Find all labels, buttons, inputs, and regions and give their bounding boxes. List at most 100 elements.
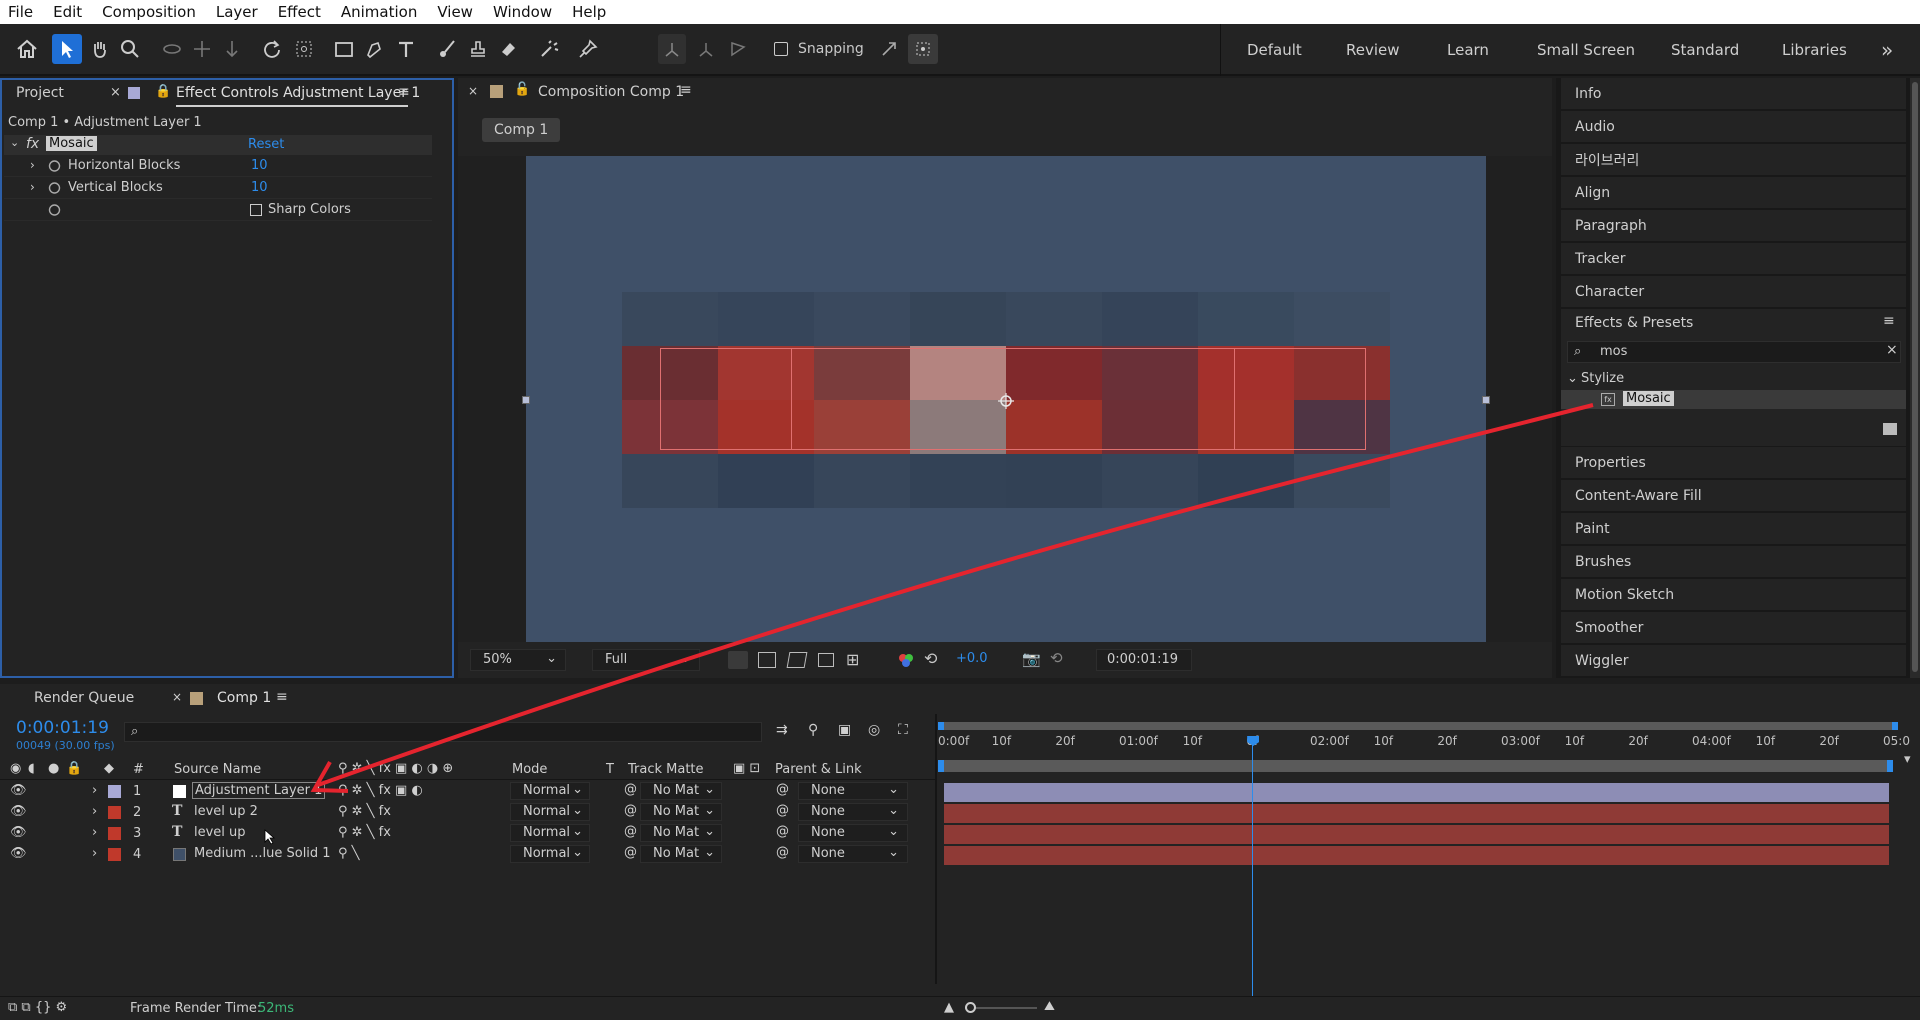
chevron-right-icon[interactable]: › — [30, 158, 35, 172]
pen-tool-icon[interactable] — [360, 34, 388, 64]
fx-icon[interactable]: fx — [26, 136, 39, 152]
time-ruler[interactable]: 0:00f10f20f01:00f10f0f02:00f10f20f03:00f… — [938, 730, 1910, 754]
hand-tool-icon[interactable] — [86, 34, 114, 64]
zoom-dropdown[interactable]: 50% ⌄ — [470, 649, 566, 671]
panel-menu-icon[interactable]: ≡ — [1883, 313, 1895, 329]
layer-handle-left[interactable] — [522, 396, 530, 404]
axis-local-icon[interactable] — [658, 34, 686, 64]
roto-brush-tool-icon[interactable] — [536, 34, 564, 64]
playhead[interactable] — [1247, 736, 1260, 996]
layer-row-3[interactable]: 👁 › 3 T level up ⚲ ✲ ╲ fx Normal ⌄ @ No M… — [0, 823, 935, 845]
workspace-learn[interactable]: Learn — [1447, 24, 1489, 76]
timeline-end-marker-icon[interactable]: ▾ — [1904, 752, 1911, 767]
panel-brushes[interactable]: Brushes — [1561, 546, 1906, 578]
reset-exposure-icon[interactable]: ⟲ — [924, 649, 937, 668]
stopwatch-icon[interactable] — [48, 203, 61, 220]
menu-help[interactable]: Help — [572, 3, 606, 21]
selection-tool-icon[interactable] — [52, 34, 82, 64]
layer-handle-right[interactable] — [1482, 396, 1490, 404]
panel-character[interactable]: Character — [1561, 276, 1906, 308]
comp-mini-flowchart-icon[interactable]: ⇉ — [776, 722, 788, 738]
layer-bar-4[interactable] — [944, 846, 1889, 865]
panel-tracker[interactable]: Tracker — [1561, 243, 1906, 275]
brush-tool-icon[interactable] — [434, 34, 462, 64]
tab-composition[interactable]: Composition Comp 1 — [538, 84, 684, 100]
anchor-point-tool-icon[interactable] — [290, 34, 318, 64]
effect-row-mosaic[interactable]: ⌄ fx Mosaic Reset — [4, 135, 432, 155]
layer-bar-1[interactable] — [944, 783, 1889, 802]
exposure-value[interactable]: +0.0 — [956, 651, 988, 666]
status-toggle-icons[interactable]: ⧉ ⧉ {} ⚙ — [8, 1000, 67, 1015]
layer-name[interactable]: Adjustment Layer 1 — [192, 782, 326, 799]
timeline-zoom-slider[interactable] — [965, 1002, 1037, 1013]
menu-effect[interactable]: Effect — [278, 3, 321, 21]
tab-project[interactable]: Project — [16, 85, 64, 101]
matte-link-icon[interactable]: @ — [624, 803, 637, 818]
snap-arrow-icon[interactable] — [876, 34, 902, 64]
effects-presets-title[interactable]: Effects & Presets — [1575, 315, 1693, 331]
stopwatch-icon[interactable] — [48, 159, 61, 176]
parent-dropdown[interactable]: None ⌄ — [798, 845, 908, 863]
color-channels-icon[interactable] — [898, 652, 914, 672]
eye-icon[interactable]: 👁 — [10, 846, 27, 861]
workspace-more-icon[interactable]: » — [1881, 24, 1893, 76]
zoom-tool-icon[interactable] — [116, 34, 144, 64]
workspace-review[interactable]: Review — [1346, 24, 1400, 76]
layer-switches[interactable]: ⚲ ✲ ╲ fx — [338, 804, 391, 819]
workspace-standard[interactable]: Standard — [1671, 24, 1739, 76]
column-track-matte[interactable]: Track Matte — [628, 762, 704, 777]
chevron-right-icon[interactable]: › — [92, 846, 97, 861]
panel-libraries[interactable]: 라이브러리 — [1561, 144, 1906, 176]
menu-edit[interactable]: Edit — [53, 3, 82, 21]
label-color[interactable] — [108, 848, 121, 861]
lock-icon[interactable]: 🔓 — [514, 82, 530, 97]
panel-menu-icon[interactable]: ≡ — [680, 82, 692, 98]
menu-file[interactable]: File — [8, 3, 33, 21]
menu-window[interactable]: Window — [493, 3, 552, 21]
panel-motion-sketch[interactable]: Motion Sketch — [1561, 579, 1906, 611]
snapping-checkbox[interactable] — [770, 34, 792, 64]
comp-viewer[interactable] — [458, 156, 1552, 642]
parent-dropdown[interactable]: None ⌄ — [798, 824, 908, 842]
layer-row-1[interactable]: 👁 › 1 Adjustment Layer 1 ⚲ ✲ ╲ fx ▣ ◐ No… — [0, 781, 935, 802]
work-area-bar[interactable] — [938, 722, 1898, 730]
axis-view-icon[interactable] — [724, 34, 752, 64]
sharp-colors-checkbox[interactable] — [250, 204, 262, 216]
chevron-right-icon[interactable]: › — [92, 825, 97, 840]
label-color[interactable] — [108, 785, 121, 798]
pick-whip-icon[interactable]: @ — [776, 782, 789, 797]
graph-editor-icon[interactable]: ⛶ — [898, 722, 908, 738]
menu-view[interactable]: View — [437, 3, 473, 21]
rotation-tool-icon[interactable] — [258, 34, 286, 64]
track-matte-dropdown[interactable]: No Mat ⌄ — [640, 824, 722, 842]
layer-switches[interactable]: ⚲ ✲ ╲ fx — [338, 825, 391, 840]
effect-name[interactable]: Mosaic — [46, 136, 97, 151]
close-icon[interactable]: × — [468, 84, 478, 98]
draft-3d-icon[interactable]: ⚲ — [808, 722, 818, 738]
matte-link-icon[interactable]: @ — [624, 824, 637, 839]
guides-icon[interactable] — [818, 653, 834, 667]
panel-paint[interactable]: Paint — [1561, 513, 1906, 545]
panel-content-aware-fill[interactable]: Content-Aware Fill — [1561, 480, 1906, 512]
reset-link[interactable]: Reset — [248, 137, 284, 152]
new-bin-icon[interactable] — [1883, 423, 1897, 435]
transparency-grid-icon[interactable] — [758, 652, 776, 668]
tab-effect-controls[interactable]: Effect Controls Adjustment Layer 1 — [176, 85, 420, 107]
panel-menu-icon[interactable]: ≡ — [276, 689, 288, 705]
close-icon[interactable]: × — [110, 85, 121, 100]
panel-info[interactable]: Info — [1561, 78, 1906, 110]
pick-whip-icon[interactable]: @ — [776, 824, 789, 839]
panel-menu-icon[interactable]: ≡ — [398, 84, 410, 100]
mask-visibility-icon[interactable] — [786, 652, 808, 668]
stopwatch-icon[interactable] — [48, 181, 61, 198]
orbit-camera-icon[interactable] — [158, 34, 186, 64]
track-matte-dropdown[interactable]: No Mat ⌄ — [640, 845, 722, 863]
timeline-search-input[interactable]: ⌕ — [124, 722, 762, 742]
axis-world-icon[interactable] — [692, 34, 720, 64]
effect-result-mosaic[interactable]: fx Mosaic — [1561, 390, 1906, 409]
column-parent[interactable]: Parent & Link — [775, 762, 862, 777]
effects-search-input[interactable]: ⌕ mos × — [1567, 341, 1901, 363]
panel-audio[interactable]: Audio — [1561, 111, 1906, 143]
viewer-timecode[interactable]: 0:00:01:19 — [1096, 649, 1192, 671]
snapshot-camera-icon[interactable]: 📷 — [1022, 650, 1041, 668]
